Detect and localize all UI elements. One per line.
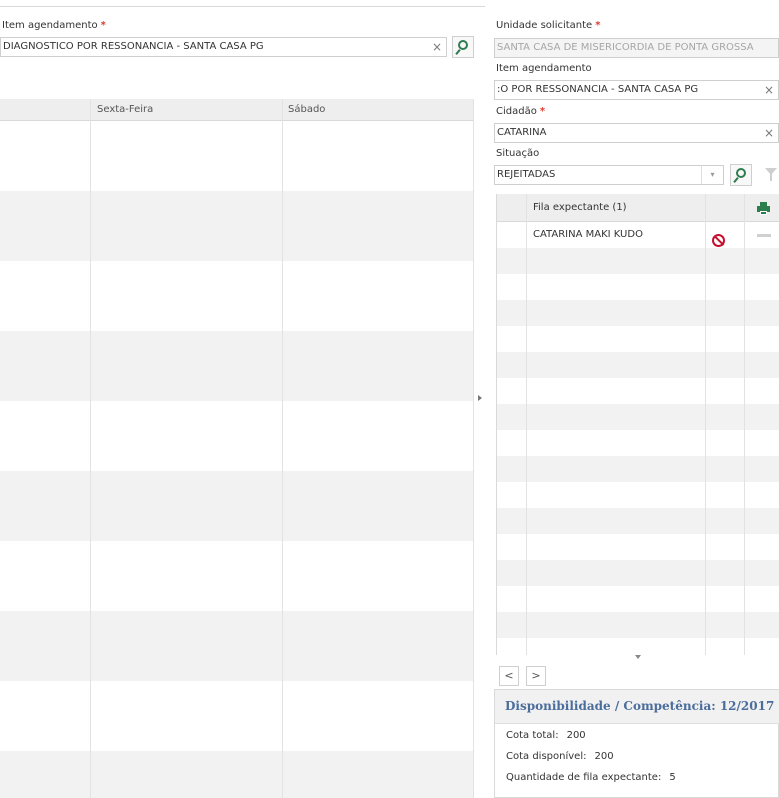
calendar-row [0, 121, 474, 191]
fila-expectante-grid: CATARINA MAKI KUDO Fila expectante (1) [496, 194, 779, 655]
prev-page-button[interactable]: < [499, 666, 519, 686]
grid-column-divider [705, 194, 706, 655]
column-sexta-feira: Sexta-Feira [97, 104, 154, 115]
fila-expectante-qtd-line: Quantidade de fila expectante: 5 [506, 772, 676, 783]
cota-total-value: 200 [566, 730, 586, 741]
cidadao-value: CATARINA [497, 127, 547, 138]
unidade-solicitante-label-text: Unidade solicitante [496, 20, 593, 31]
filter-icon[interactable] [765, 168, 777, 181]
calendar-row [0, 471, 474, 541]
calendar-row [0, 611, 474, 681]
print-icon-part [760, 211, 767, 215]
cota-disponivel-line: Cota disponível: 200 [506, 751, 614, 762]
cidadao-label-text: Cidadão [496, 106, 537, 117]
table-row [497, 534, 779, 560]
search-icon [736, 168, 746, 178]
cota-disponivel-label: Cota disponível: [506, 751, 587, 762]
chevron-right-icon: > [531, 669, 541, 682]
situacao-search-button[interactable] [730, 164, 752, 186]
calendar-row [0, 331, 474, 401]
grid-column-divider [526, 194, 527, 655]
grid-header: Fila expectante (1) [497, 194, 779, 222]
search-button[interactable] [452, 36, 474, 58]
table-row[interactable]: CATARINA MAKI KUDO [497, 222, 779, 248]
grid-column-divider [744, 194, 745, 655]
item-agendamento-value: DIAGNOSTICO POR RESSONANCIA - SANTA CASA… [3, 41, 264, 52]
table-row [497, 482, 779, 508]
calendar-row [0, 401, 474, 471]
table-row [497, 430, 779, 456]
cota-total-label: Cota total: [506, 730, 559, 741]
table-row [497, 274, 779, 300]
table-row [497, 248, 779, 274]
cidadao-label: Cidadão * [496, 106, 545, 117]
table-row [497, 586, 779, 612]
right-item-agendamento-label: Item agendamento [496, 63, 592, 74]
cota-total-line: Cota total: 200 [506, 730, 586, 741]
column-divider [473, 99, 474, 798]
table-row [497, 638, 779, 655]
right-item-agendamento-input[interactable]: :O POR RESSONANCIA - SANTA CASA PG × [494, 80, 779, 100]
right-item-agendamento-value: :O POR RESSONANCIA - SANTA CASA PG [497, 84, 699, 95]
calendar-row [0, 191, 474, 261]
situacao-select[interactable]: REJEITADAS ▾ [494, 165, 724, 185]
clear-icon[interactable]: × [432, 38, 442, 56]
top-divider [0, 6, 485, 7]
calendar-header: Sexta-Feira Sábado [0, 99, 474, 121]
unidade-solicitante-input[interactable]: SANTA CASA DE MISERICORDIA DE PONTA GROS… [494, 38, 779, 58]
clear-icon[interactable]: × [764, 81, 774, 99]
table-row [497, 456, 779, 482]
required-mark: * [539, 106, 546, 117]
table-row [497, 612, 779, 638]
required-mark: * [595, 20, 601, 31]
calendar-row [0, 261, 474, 331]
table-row [497, 300, 779, 326]
calendar-row [0, 541, 474, 611]
unidade-solicitante-value: SANTA CASA DE MISERICORDIA DE PONTA GROS… [497, 42, 754, 53]
search-icon [458, 40, 468, 50]
table-row [497, 326, 779, 352]
fila-expectante-qtd-label: Quantidade de fila expectante: [506, 772, 662, 783]
table-row [497, 404, 779, 430]
availability-header: Disponibilidade / Competência: 12/2017 [495, 690, 779, 724]
fila-expectante-qtd-value: 5 [669, 772, 676, 783]
clear-icon[interactable]: × [764, 124, 774, 142]
table-row [497, 560, 779, 586]
column-divider [90, 99, 91, 798]
table-row [497, 352, 779, 378]
remove-icon[interactable] [757, 234, 771, 237]
cidadao-name: CATARINA MAKI KUDO [533, 229, 643, 240]
scroll-down-icon[interactable] [635, 655, 641, 659]
fila-expectante-header: Fila expectante (1) [533, 202, 627, 213]
availability-panel: Disponibilidade / Competência: 12/2017 C… [494, 689, 779, 798]
column-divider [282, 99, 283, 798]
item-agendamento-input[interactable]: DIAGNOSTICO POR RESSONANCIA - SANTA CASA… [0, 37, 447, 57]
cidadao-input[interactable]: CATARINA × [494, 123, 779, 143]
item-agendamento-label-text: Item agendamento [2, 20, 98, 31]
situacao-value: REJEITADAS [497, 169, 556, 180]
chevron-left-icon: < [504, 669, 514, 682]
print-icon[interactable] [757, 202, 770, 215]
availability-title: Disponibilidade / Competência: 12/2017 [505, 699, 775, 713]
required-mark: * [100, 20, 106, 31]
ban-icon[interactable] [712, 234, 725, 247]
dropdown-icon[interactable]: ▾ [701, 166, 723, 184]
calendar-row [0, 681, 474, 751]
column-sabado: Sábado [288, 104, 326, 115]
splitter-collapse-icon[interactable] [478, 395, 482, 401]
calendar-grid: Sexta-Feira Sábado [0, 99, 474, 798]
table-row [497, 508, 779, 534]
unidade-solicitante-label: Unidade solicitante * [496, 20, 600, 31]
calendar-row [0, 751, 474, 798]
cota-disponivel-value: 200 [594, 751, 614, 762]
next-page-button[interactable]: > [526, 666, 546, 686]
situacao-label: Situação [496, 148, 540, 159]
table-row [497, 378, 779, 404]
item-agendamento-label: Item agendamento * [2, 20, 106, 31]
